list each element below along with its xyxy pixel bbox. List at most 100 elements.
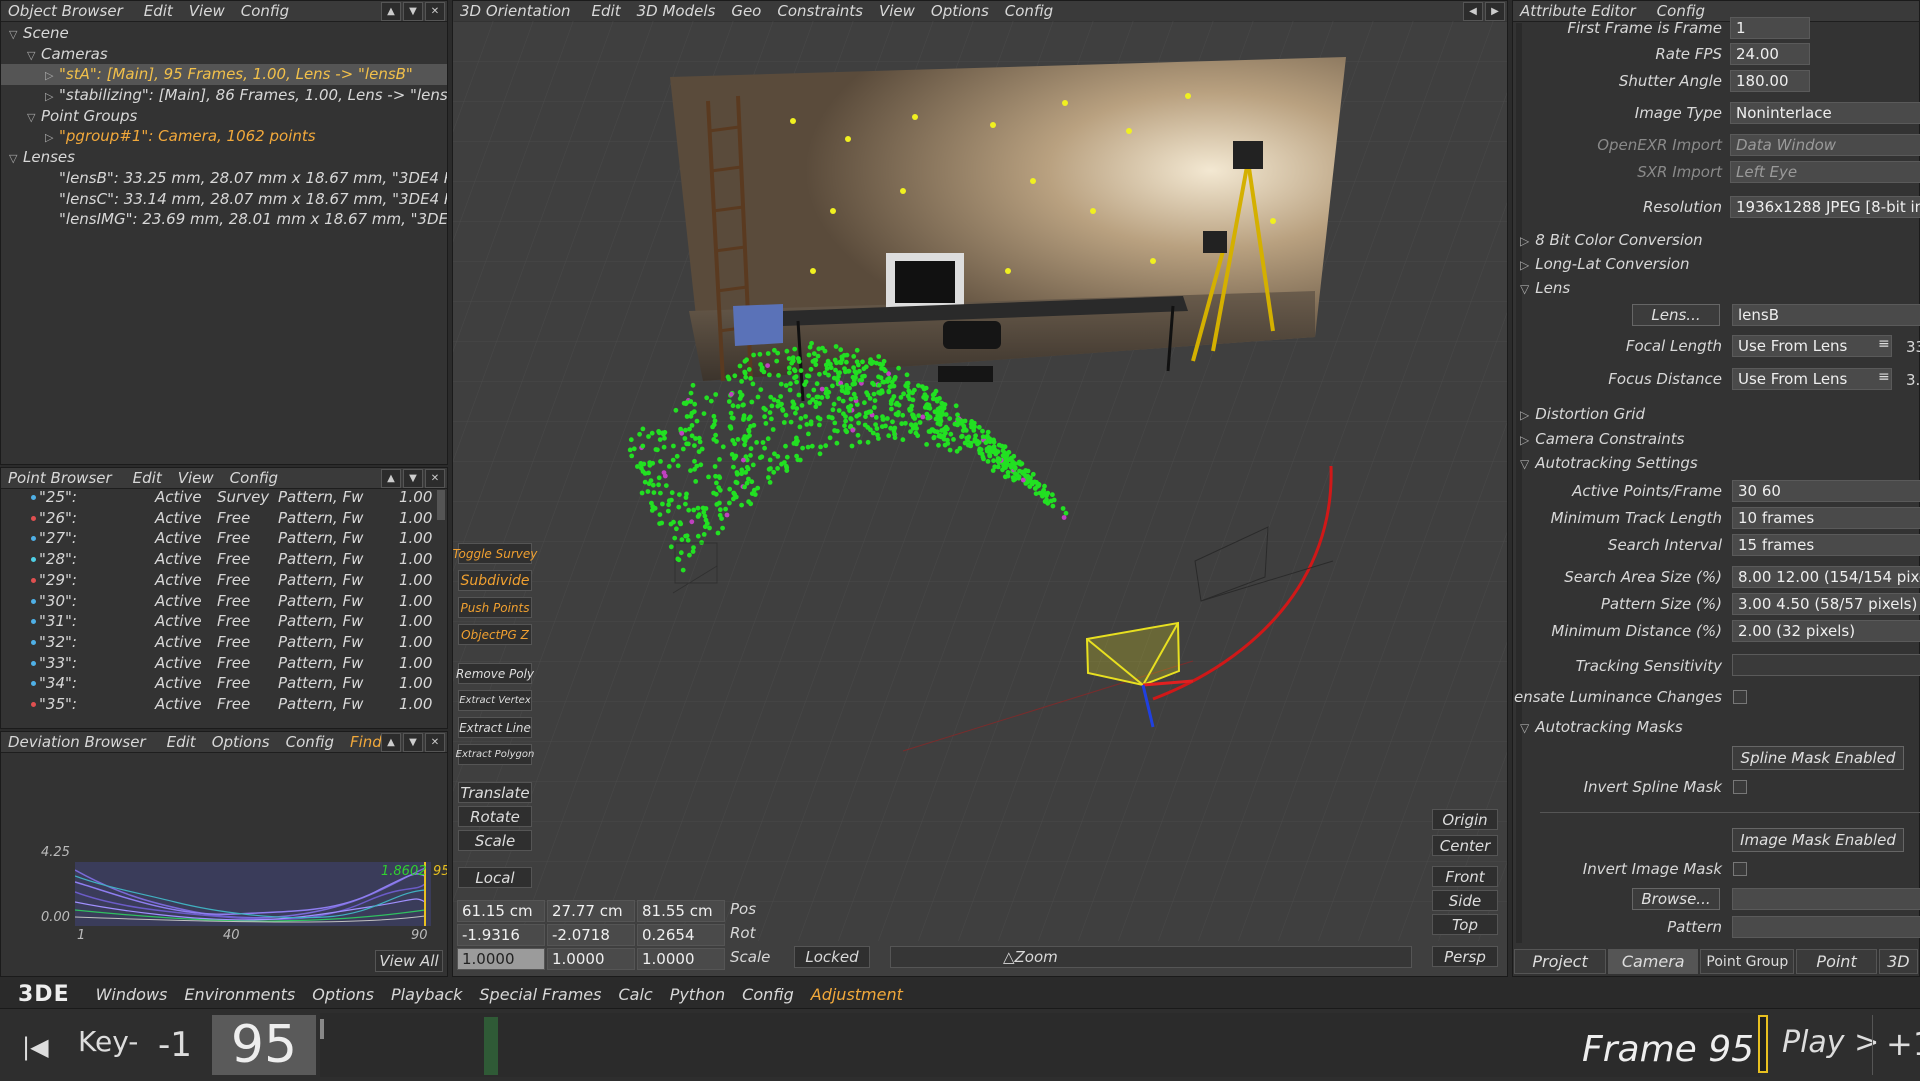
deviation-menu-edit[interactable]: Edit [160, 733, 205, 751]
viewport-menu-edit[interactable]: Edit [585, 2, 630, 20]
tool-button-local[interactable]: Local [458, 867, 532, 888]
tool-button-extract-line[interactable]: Extract Line [458, 717, 532, 738]
viewport-menu-view[interactable]: View [872, 2, 924, 20]
timeline-scrubber[interactable] [320, 1013, 1760, 1077]
triangle-right-icon[interactable]: ▷ [45, 87, 59, 106]
section-autotracking-settings[interactable]: ▽Autotracking Settings [1520, 454, 1698, 472]
tree-item[interactable]: "lensC": 33.14 mm, 28.07 mm x 18.67 mm, … [1, 189, 447, 210]
arrow-up-icon[interactable]: ▲ [381, 2, 401, 21]
tree-item[interactable]: ▷"stabilizing": [Main], 86 Frames, 1.00,… [1, 85, 447, 106]
tree-item[interactable]: ▷"stA": [Main], 95 Frames, 1.00, Lens ->… [1, 64, 447, 85]
attribute-field[interactable]: Left Eye [1730, 161, 1920, 183]
tool-button-extract-polygon[interactable]: Extract Polygon [458, 744, 532, 765]
close-icon[interactable]: ✕ [425, 733, 445, 752]
image-mask-enabled-button[interactable]: Image Mask Enabled [1732, 828, 1904, 852]
autotracking-field[interactable]: 10 frames [1732, 507, 1920, 529]
attribute-field[interactable]: 1936x1288 JPEG [8-bit int [1730, 196, 1920, 218]
deviation-menu-config[interactable]: Config [279, 733, 343, 751]
point-row[interactable]: "32":ActiveFreePattern, Fw1.00 [1, 632, 435, 653]
viewport-menu-3dmodels[interactable]: 3D Models [630, 2, 725, 20]
section-autotracking-masks[interactable]: ▽Autotracking Masks [1520, 718, 1683, 736]
arrow-down-icon[interactable]: ▼ [403, 469, 423, 488]
view-front-button[interactable]: Front [1432, 866, 1498, 887]
autotracking-field[interactable]: 30 60 [1732, 480, 1920, 502]
point-row[interactable]: "27":ActiveFreePattern, Fw1.00 [1, 528, 435, 549]
point-row[interactable]: "26":ActiveFreePattern, Fw1.00 [1, 508, 435, 529]
section-camera-constraints[interactable]: ▷Camera Constraints [1520, 430, 1684, 448]
point-row[interactable]: "34":ActiveFreePattern, Fw1.00 [1, 673, 435, 694]
tool-button-subdivide[interactable]: Subdivide [458, 570, 532, 591]
lens-value-field[interactable]: lensB [1732, 304, 1920, 326]
main-menu-special-frames[interactable]: Special Frames [479, 985, 618, 1004]
view-origin-button[interactable]: Origin [1432, 809, 1498, 830]
section-distortion-grid[interactable]: ▷Distortion Grid [1520, 405, 1645, 423]
invert-spline-mask-checkbox[interactable] [1733, 780, 1747, 794]
triangle-down-icon[interactable]: ▽ [27, 46, 41, 65]
arrow-down-icon[interactable]: ▼ [403, 733, 423, 752]
step-back-button[interactable]: -1 [158, 1025, 192, 1065]
tracking-sensitivity-slider[interactable] [1732, 654, 1920, 676]
main-menu-adjustment[interactable]: Adjustment [811, 985, 920, 1004]
pattern-field[interactable] [1732, 916, 1920, 938]
rot-field-z[interactable]: 0.2654 [637, 924, 725, 946]
pos-field-x[interactable]: 61.15 cm [457, 900, 545, 922]
point-row[interactable]: "33":ActiveFreePattern, Fw1.00 [1, 653, 435, 674]
tool-button-remove-poly[interactable]: Remove Poly [458, 663, 532, 684]
close-icon[interactable]: ✕ [425, 469, 445, 488]
attribute-scrollbar[interactable] [1516, 23, 1522, 943]
scale-field-y[interactable]: 1.0000 [547, 948, 635, 970]
locked-button[interactable]: Locked [794, 946, 870, 968]
autotracking-field[interactable]: 15 frames [1732, 534, 1920, 556]
attribute-field[interactable]: Noninterlace [1730, 102, 1920, 124]
section-long-lat-conversion[interactable]: ▷Long-Lat Conversion [1520, 255, 1690, 273]
arrow-right-icon[interactable]: ▶ [1485, 2, 1505, 21]
focus-distance-select[interactable]: Use From Lens [1732, 368, 1892, 390]
deviation-menu-options[interactable]: Options [205, 733, 279, 751]
point-browser-menu-config[interactable]: Config [223, 469, 287, 487]
view-all-button[interactable]: View All [375, 950, 443, 972]
tree-item[interactable]: ▷"pgroup#1": Camera, 1062 points [1, 126, 447, 147]
jump-to-start-icon[interactable]: |◀ [22, 1033, 49, 1061]
spline-mask-enabled-button[interactable]: Spline Mask Enabled [1732, 746, 1904, 770]
point-row[interactable]: "30":ActiveFreePattern, Fw1.00 [1, 591, 435, 612]
play-button[interactable]: Play > [1782, 1025, 1879, 1060]
point-browser-menu-view[interactable]: View [171, 469, 223, 487]
arrow-up-icon[interactable]: ▲ [381, 733, 401, 752]
close-icon[interactable]: ✕ [425, 2, 445, 21]
main-menu-options[interactable]: Options [312, 985, 391, 1004]
view-top-button[interactable]: Top [1432, 914, 1498, 935]
point-row[interactable]: "31":ActiveFreePattern, Fw1.00 [1, 611, 435, 632]
tree-item[interactable]: ▽Lenses [1, 147, 447, 168]
attribute-field[interactable]: 24.00 [1730, 43, 1810, 65]
step-forward-button[interactable]: +1 [1886, 1025, 1920, 1063]
main-menu-python[interactable]: Python [670, 985, 742, 1004]
menu-icon[interactable]: ≡ [1878, 336, 1890, 352]
tool-button-rotate[interactable]: Rotate [458, 806, 532, 827]
tool-button-push-points[interactable]: Push Points [458, 597, 532, 618]
browse-button[interactable]: Browse... [1632, 888, 1720, 910]
viewport-menu-constraints[interactable]: Constraints [770, 2, 872, 20]
view-side-button[interactable]: Side [1432, 890, 1498, 911]
tool-button-extract-vertex[interactable]: Extract Vertex [458, 690, 532, 711]
tab-point[interactable]: Point [1796, 949, 1876, 974]
point-row[interactable]: "29":ActiveFreePattern, Fw1.00 [1, 570, 435, 591]
tool-button-translate[interactable]: Translate [458, 782, 532, 803]
view-center-button[interactable]: Center [1432, 835, 1498, 856]
invert-image-mask-checkbox[interactable] [1733, 862, 1747, 876]
tool-button-toggle-survey[interactable]: Toggle Survey [458, 543, 532, 564]
main-menu-environments[interactable]: Environments [184, 985, 312, 1004]
pos-field-y[interactable]: 27.77 cm [547, 900, 635, 922]
view-persp-button[interactable]: Persp [1432, 946, 1498, 967]
point-list-scrollbar[interactable] [437, 490, 445, 520]
triangle-down-icon[interactable]: ▽ [9, 25, 23, 44]
3d-scene[interactable] [453, 21, 1507, 941]
tab-camera[interactable]: Camera [1608, 949, 1698, 974]
attribute-field[interactable]: 1 [1730, 17, 1810, 39]
viewport-menu-geo[interactable]: Geo [724, 2, 770, 20]
triangle-down-icon[interactable]: ▽ [27, 108, 41, 127]
zoom-slider[interactable]: △Zoom [890, 946, 1412, 968]
tree-item[interactable]: ▽Scene [1, 23, 447, 44]
focal-length-select[interactable]: Use From Lens [1732, 335, 1892, 357]
point-row[interactable]: "35":ActiveFreePattern, Fw1.00 [1, 694, 435, 715]
pos-field-z[interactable]: 81.55 cm [637, 900, 725, 922]
